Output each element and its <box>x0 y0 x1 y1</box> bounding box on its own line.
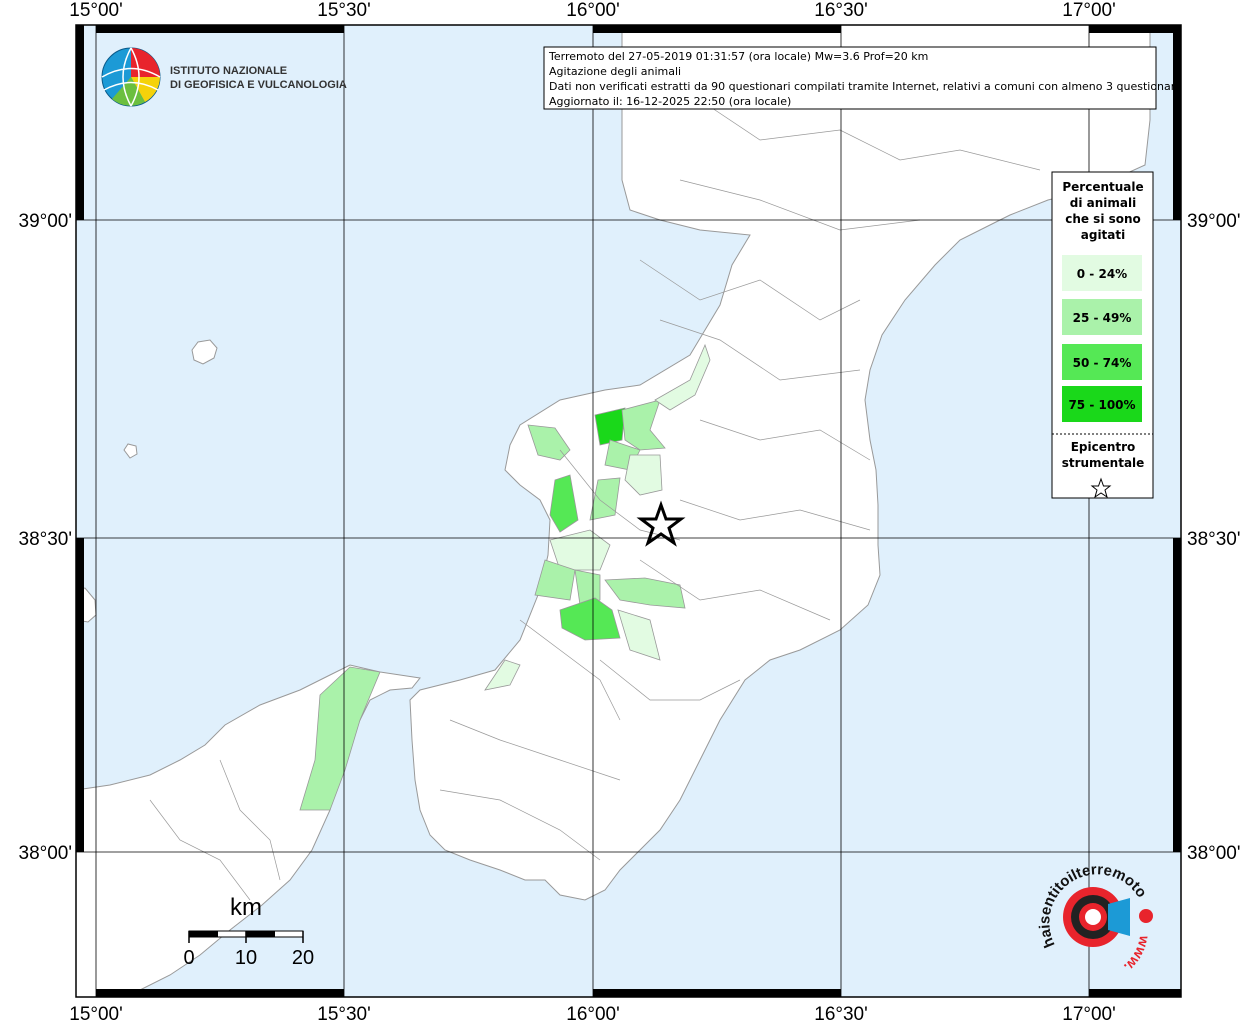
legend-class-75-100: 75 - 100% <box>1068 398 1135 412</box>
map-canvas: 15°00' 15°00' 15°30' 15°30' 16°00' 16°00' 16°3… <box>0 0 1241 1024</box>
scale-label-0: 0 <box>183 947 194 969</box>
lon-label-top: 16°00' <box>566 0 620 21</box>
frame-bar <box>1089 25 1181 33</box>
frame-bar <box>1089 989 1181 997</box>
lat-label-left: 38°30' <box>19 529 73 550</box>
lon-label-bottom: 15°00' <box>69 1004 123 1024</box>
lat-label-right: 38°00' <box>1187 843 1241 864</box>
lon-label-bottom: 17°00' <box>1062 1004 1116 1024</box>
scale-unit: km <box>230 894 262 921</box>
legend: Percentuale di animali che si sono agita… <box>1051 171 1154 499</box>
frame-bar <box>76 25 84 220</box>
frame-bar <box>593 25 841 33</box>
frame-bar <box>96 989 344 997</box>
frame-bar <box>76 538 84 852</box>
info-line-updated: Aggiornato il: 16-12-2025 22:50 (ora loc… <box>549 95 791 108</box>
legend-class-0-24: 0 - 24% <box>1077 267 1127 281</box>
lat-label-left: 39°00' <box>19 211 73 232</box>
legend-class-50-74: 50 - 74% <box>1073 356 1132 370</box>
lon-label-top: 17°00' <box>1062 0 1116 21</box>
frame-bar <box>1173 25 1181 220</box>
scale-label-20: 20 <box>292 947 314 969</box>
frame-bar <box>1173 538 1181 852</box>
lat-label-left: 38°00' <box>19 843 73 864</box>
legend-epicenter-line2: strumentale <box>1062 456 1145 470</box>
info-line-event: Terremoto del 27-05-2019 01:31:57 (ora l… <box>548 50 928 63</box>
legend-title-line3: che si sono <box>1065 212 1141 226</box>
ingv-name-line2: DI GEOFISICA E VULCANOLOGIA <box>170 79 347 91</box>
lon-label-top: 15°00' <box>69 0 123 21</box>
info-line-topic: Agitazione degli animali <box>549 65 681 78</box>
legend-title-line4: agitati <box>1081 228 1125 242</box>
lon-label-bottom: 16°00' <box>566 1004 620 1024</box>
lat-label-right: 39°00' <box>1187 211 1241 232</box>
frame-bar <box>593 989 841 997</box>
comune-class-75-100 <box>594 407 626 446</box>
info-box: Terremoto del 27-05-2019 01:31:57 (ora l… <box>543 46 1182 110</box>
lon-label-top: 15°30' <box>317 0 371 21</box>
ingv-name-line1: ISTITUTO NAZIONALE <box>170 65 287 77</box>
scale-label-10: 10 <box>235 947 257 969</box>
lon-label-bottom: 16°30' <box>814 1004 868 1024</box>
legend-title-line2: di animali <box>1070 196 1136 210</box>
info-line-data-note: Dati non verificati estratti da 90 quest… <box>549 80 1182 93</box>
lon-label-bottom: 15°30' <box>317 1004 371 1024</box>
hsit-question-icon <box>1139 909 1153 923</box>
legend-class-25-49: 25 - 49% <box>1073 311 1132 325</box>
hsit-megaphone-icon <box>1108 898 1130 936</box>
legend-title-line1: Percentuale <box>1062 180 1143 194</box>
legend-epicenter-line1: Epicentro <box>1071 440 1136 454</box>
frame-bar <box>96 25 344 33</box>
lat-label-right: 38°30' <box>1187 529 1241 550</box>
lon-label-top: 16°30' <box>814 0 868 21</box>
